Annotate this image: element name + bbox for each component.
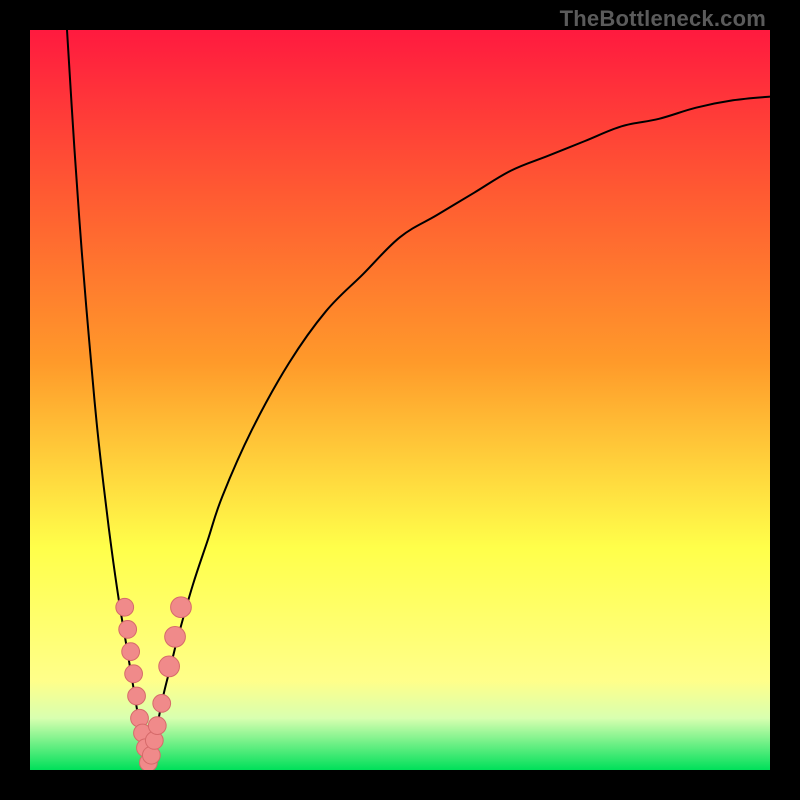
data-dot xyxy=(171,597,192,618)
data-dot xyxy=(153,695,171,713)
curve-layer xyxy=(30,30,770,770)
chart-frame: TheBottleneck.com xyxy=(0,0,800,800)
data-dot xyxy=(122,643,140,661)
data-dot xyxy=(128,687,146,705)
data-dot xyxy=(148,717,166,735)
data-dot xyxy=(119,621,137,639)
data-dots xyxy=(116,597,191,770)
watermark-text: TheBottleneck.com xyxy=(560,6,766,32)
data-dot xyxy=(116,598,134,616)
plot-area xyxy=(30,30,770,770)
data-dot xyxy=(125,665,143,683)
data-dot xyxy=(165,626,186,647)
data-dot xyxy=(159,656,180,677)
right-branch-curve xyxy=(148,97,770,770)
